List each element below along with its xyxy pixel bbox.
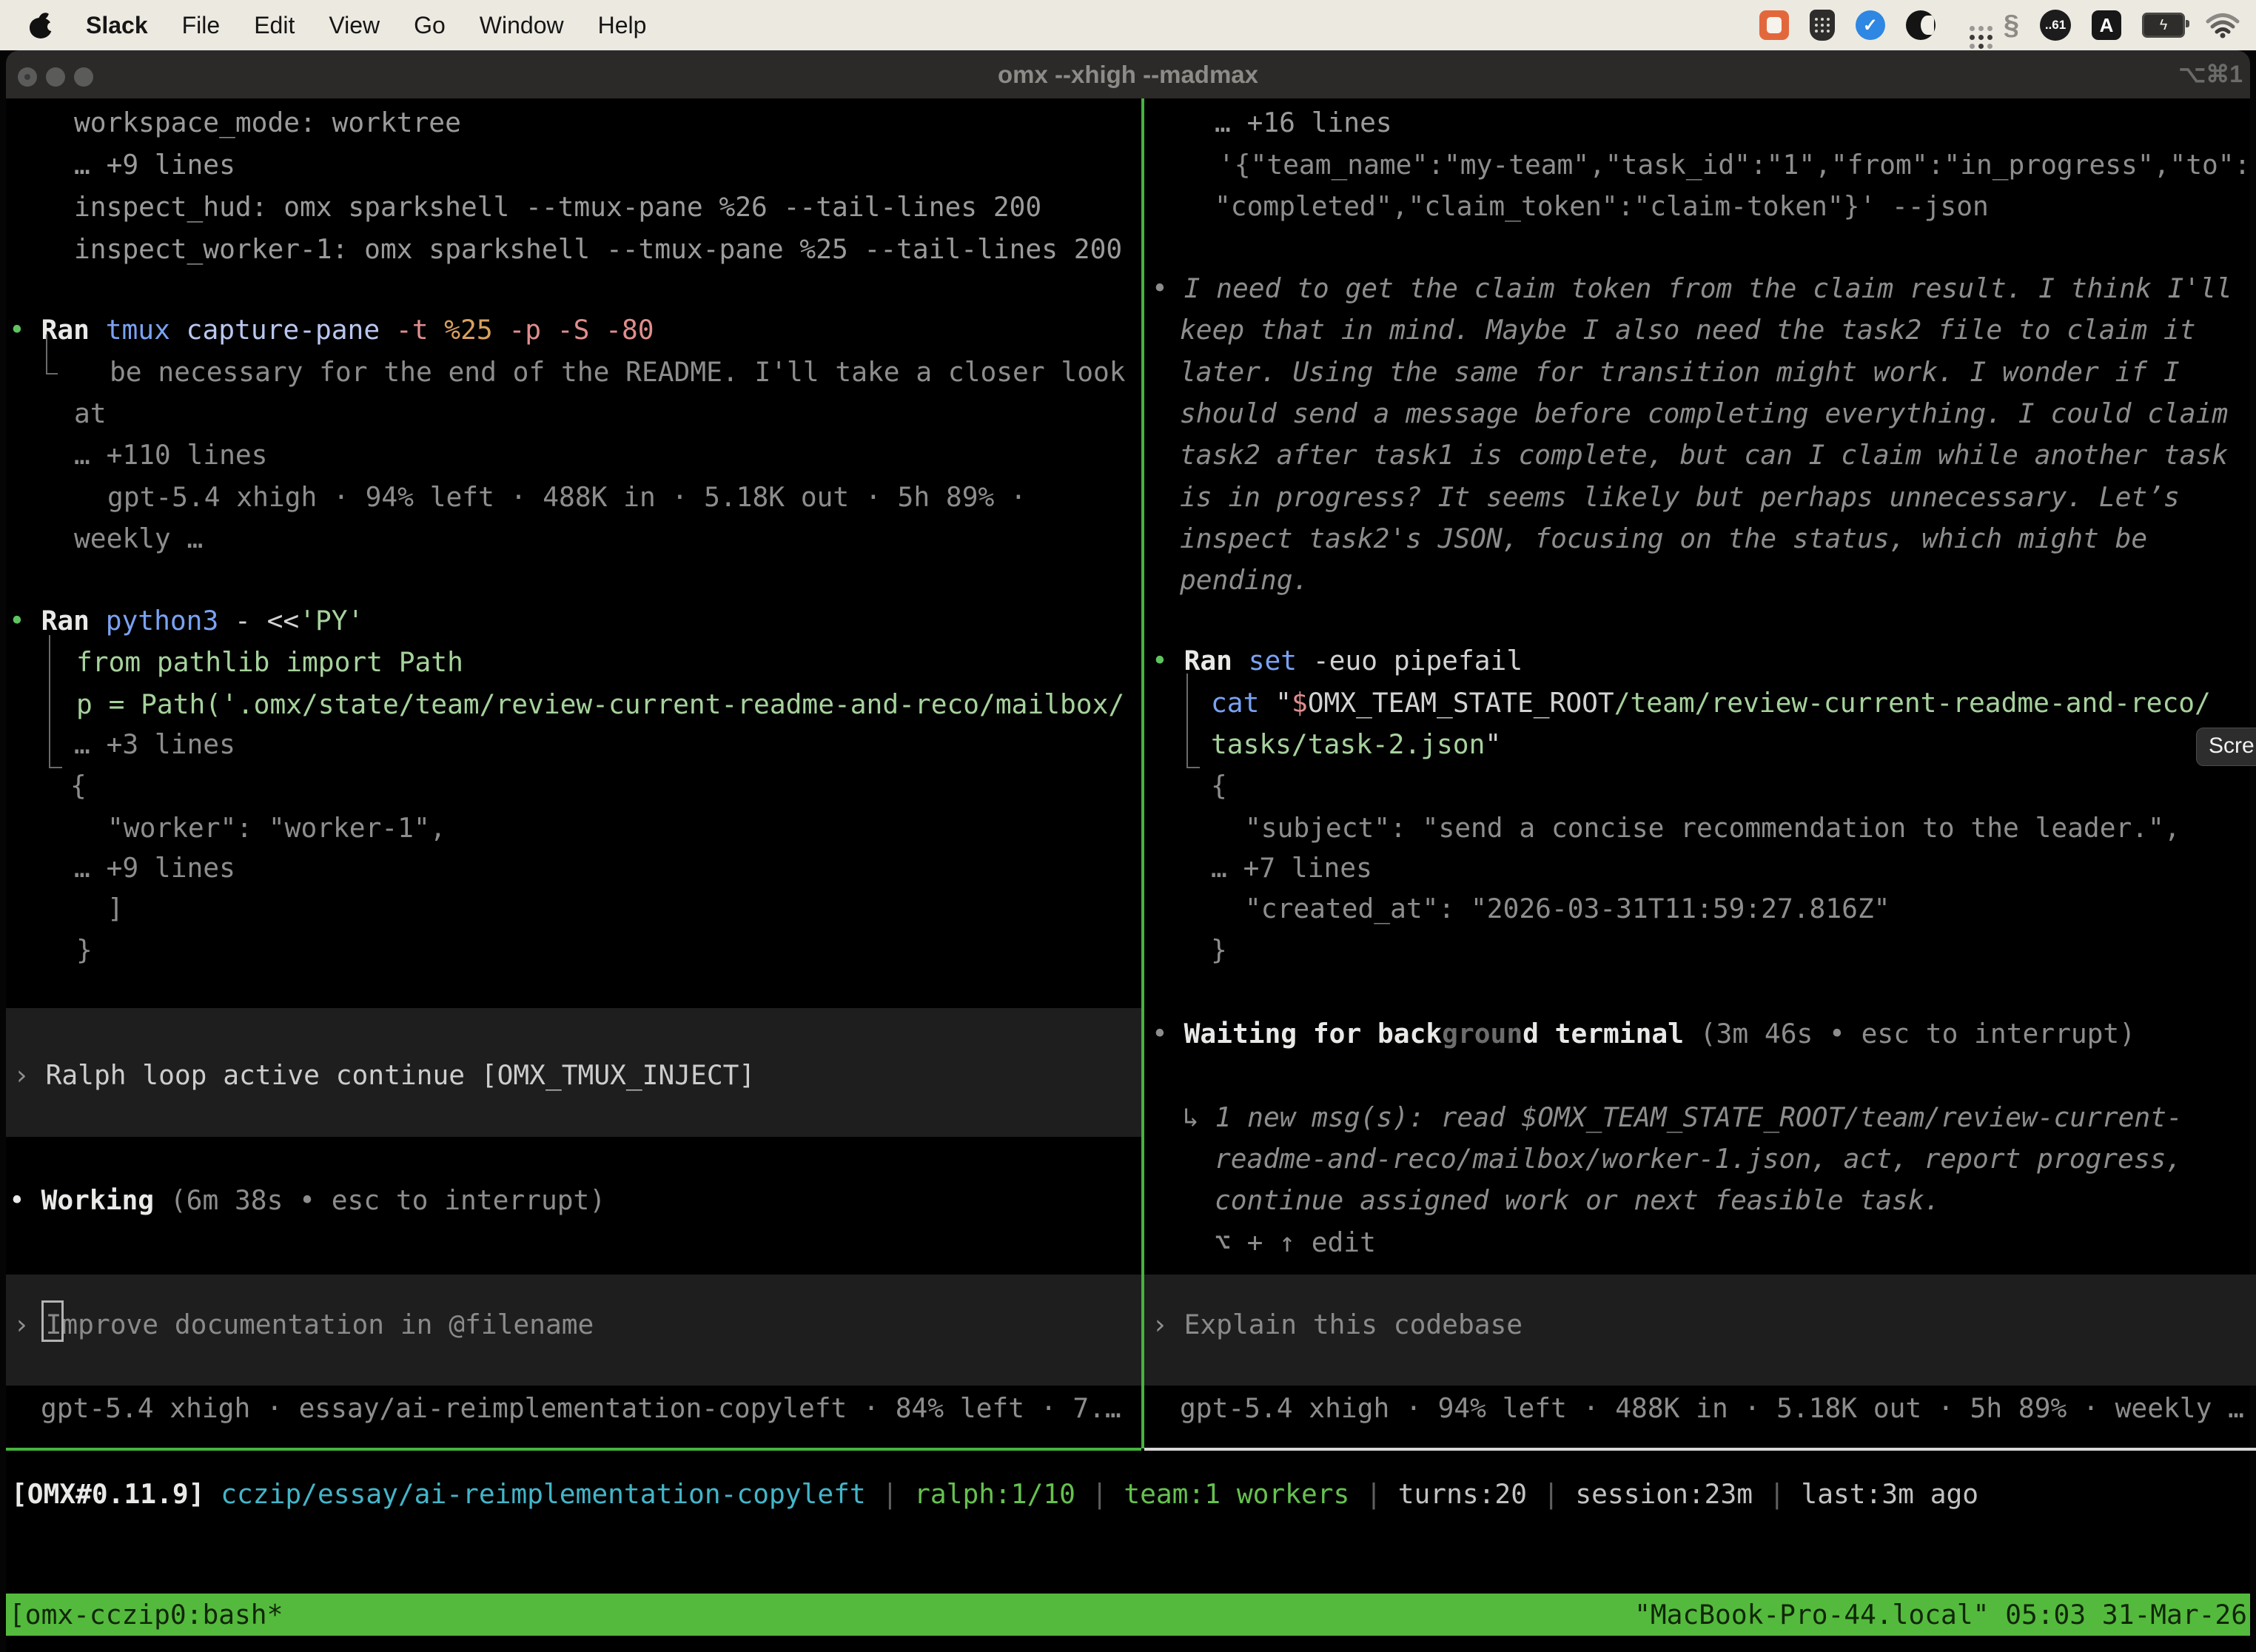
collapsed-lines-indicator: … +9 lines — [74, 847, 235, 889]
tree-corner — [1186, 767, 1200, 768]
output-line: ] — [107, 887, 124, 930]
left-pane-border — [6, 1448, 1141, 1451]
tree-corner — [46, 373, 58, 375]
input-source-icon[interactable]: A — [2092, 10, 2121, 40]
prompt-placeholder: › Explain this codebase — [1152, 1303, 1523, 1346]
sync-badge-icon[interactable]: ✓ — [1856, 10, 1885, 40]
omx-status-bar: [OMX#0.11.9] cczip/essay/ai-reimplementa… — [11, 1473, 1978, 1515]
output-line: } — [1211, 929, 1227, 971]
code-line: tasks/task-2.json" — [1211, 723, 1501, 765]
tree-line — [1186, 674, 1188, 768]
pane-divider — [1141, 98, 1144, 1448]
code-line: from pathlib import Path — [76, 641, 463, 683]
screenshot-tooltip: Scre — [2196, 728, 2256, 766]
output-line: weekly … — [74, 517, 203, 560]
menu-item-window[interactable]: Window — [480, 12, 564, 39]
window-shortcut-badge: ⌥⌘1 — [2178, 50, 2243, 98]
menu-item-view[interactable]: View — [329, 12, 380, 39]
ran-command-line: • Ran set -euo pipefail — [1152, 639, 1523, 682]
menu-bar: Slack File Edit View Go Window Help ✓ § … — [0, 0, 2256, 50]
output-line: workspace_mode: worktree — [74, 101, 461, 144]
output-line: gpt-5.4 xhigh · 94% left · 488K in · 5.1… — [107, 476, 1027, 518]
thinking-line: task2 after task1 is complete, but can I… — [1180, 434, 2228, 476]
menu-item-file[interactable]: File — [182, 12, 221, 39]
prompt-placeholder: › Improve documentation in @filename — [13, 1303, 594, 1346]
output-line: "worker": "worker-1", — [107, 807, 446, 849]
edit-hint: ⌥ + ↑ edit — [1215, 1221, 1376, 1263]
tmux-status-bar: [omx-cczip0:bash* "MacBook-Pro-44.local"… — [6, 1594, 2250, 1636]
thinking-line: • I need to get the claim token from the… — [1152, 267, 2232, 309]
code-line: cat "$OMX_TEAM_STATE_ROOT/team/review-cu… — [1211, 682, 2211, 724]
mailbox-notice: continue assigned work or next feasible … — [1215, 1179, 1940, 1221]
output-line: "created_at": "2026-03-31T11:59:27.816Z" — [1245, 887, 1890, 930]
collapsed-lines-indicator: … +3 lines — [74, 723, 235, 765]
screen-record-status-icon[interactable] — [1759, 10, 1789, 40]
tree-line — [49, 635, 50, 768]
wifi-icon[interactable] — [2206, 12, 2240, 38]
right-pane-border — [1144, 1448, 2256, 1451]
output-line: be necessary for the end of the README. … — [110, 351, 1126, 393]
ralph-loop-status: › Ralph loop active continue [OMX_TMUX_I… — [13, 1054, 755, 1096]
battery-icon[interactable]: ϟ — [2142, 13, 2185, 38]
menu-bar-status-icons: ✓ § ..61 A ϟ — [1759, 10, 2256, 41]
collapsed-lines-indicator: … +16 lines — [1215, 101, 1392, 144]
session-status-line: gpt-5.4 xhigh · 94% left · 488K in · 5.1… — [1180, 1387, 2244, 1429]
working-status: • Working (6m 38s • esc to interrupt) — [9, 1179, 605, 1221]
collapsed-lines-indicator: … +9 lines — [74, 144, 235, 186]
output-line: inspect_worker-1: omx sparkshell --tmux-… — [74, 228, 1122, 270]
tmux-host-clock: "MacBook-Pro-44.local" 05:03 31-Mar-26 — [1634, 1599, 2247, 1631]
thinking-line: is in progress? It seems likely but perh… — [1180, 476, 2180, 518]
output-line: { — [1211, 765, 1227, 807]
ran-command-line: • Ran tmux capture-pane -t %25 -p -S -80 — [9, 309, 654, 351]
waiting-status: • Waiting for background terminal (3m 46… — [1152, 1013, 2135, 1055]
output-line: "subject": "send a concise recommendatio… — [1245, 807, 2181, 849]
output-line: { — [70, 765, 87, 807]
thinking-line: should send a message before completing … — [1180, 392, 2228, 434]
thinking-line: inspect task2's JSON, focusing on the st… — [1180, 517, 2147, 560]
thinking-line: keep that in mind. Maybe I also need the… — [1180, 309, 2196, 351]
output-line: } — [76, 929, 93, 971]
output-line: inspect_hud: omx sparkshell --tmux-pane … — [74, 186, 1041, 228]
squiggle-status-icon[interactable]: § — [2004, 10, 2019, 41]
tree-corner — [49, 767, 62, 768]
output-line: at — [74, 392, 107, 434]
screen: omx --xhigh --madmax ⌥⌘1 Slack File Edit… — [0, 0, 2256, 1652]
percent-badge-icon[interactable]: ..61 — [2040, 10, 2071, 41]
menu-bar-left: Slack File Edit View Go Window Help — [0, 12, 646, 39]
shield-grid-icon[interactable] — [1810, 10, 1835, 41]
window-title: omx --xhigh --madmax — [0, 50, 2256, 98]
output-line: '{"team_name":"my-team","task_id":"1","f… — [1218, 144, 2250, 186]
thinking-line: later. Using the same for transition mig… — [1180, 351, 2180, 393]
output-line: "completed","claim_token":"claim-token"}… — [1215, 185, 1989, 227]
tree-line — [46, 335, 47, 375]
text-cursor — [41, 1300, 64, 1342]
crescent-app-icon[interactable] — [1906, 10, 1936, 40]
menu-item-edit[interactable]: Edit — [254, 12, 295, 39]
apple-menu-icon[interactable] — [30, 12, 52, 38]
mailbox-notice: ↳ 1 new msg(s): read $OMX_TEAM_STATE_ROO… — [1183, 1096, 2183, 1138]
menu-item-help[interactable]: Help — [598, 12, 647, 39]
thinking-line: pending. — [1180, 559, 1309, 601]
collapsed-lines-indicator: … +7 lines — [1211, 847, 1372, 889]
menu-item-go[interactable]: Go — [414, 12, 446, 39]
session-status-line: gpt-5.4 xhigh · essay/ai-reimplementatio… — [41, 1387, 1121, 1429]
app-grid-icon[interactable] — [1956, 12, 1983, 38]
tmux-session-label: [omx-cczip0:bash* — [9, 1599, 283, 1631]
collapsed-lines-indicator: … +110 lines — [74, 434, 267, 476]
menu-app-name[interactable]: Slack — [86, 12, 148, 39]
code-line: p = Path('.omx/state/team/review-current… — [76, 683, 1124, 725]
mailbox-notice: readme-and-reco/mailbox/worker-1.json, a… — [1215, 1138, 2182, 1180]
ran-command-line: • Ran python3 - <<'PY' — [9, 600, 363, 642]
